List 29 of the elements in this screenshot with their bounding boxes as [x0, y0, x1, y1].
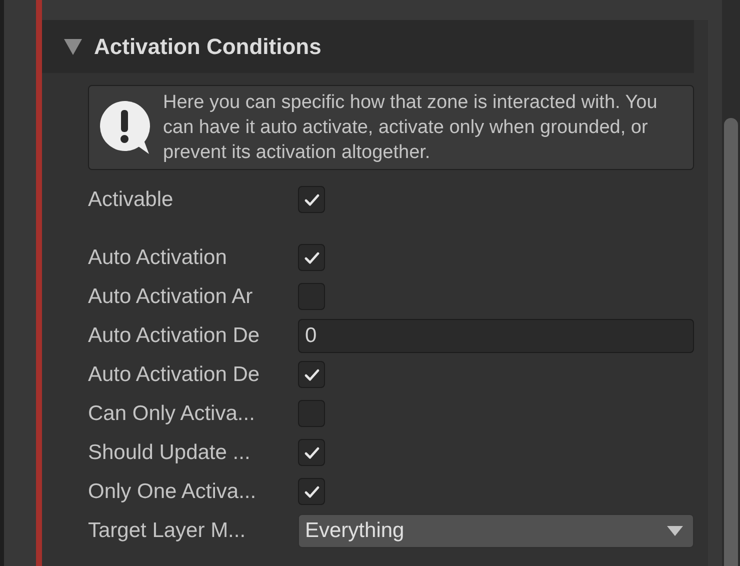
checkmark-icon — [304, 192, 320, 206]
checkmark-icon — [304, 250, 320, 264]
field-label: Auto Activation De — [88, 322, 261, 349]
help-text: Here you can specific how that zone is interacted with. You can have it auto activate, activate only when grounded, or prevent its activation altogether. — [163, 91, 658, 165]
field-label: Target Layer M... — [88, 518, 247, 544]
number-field[interactable]: 0 — [298, 318, 694, 352]
checkmark-icon — [304, 446, 320, 460]
field-label: Should Update ... — [88, 440, 252, 466]
scrollbar[interactable] — [722, 0, 740, 566]
field-label: Only One Activa... — [88, 478, 258, 505]
checkbox[interactable] — [298, 186, 325, 213]
checkbox[interactable] — [298, 244, 325, 271]
field-label: Auto Activation De — [88, 362, 261, 388]
checkmark-icon — [304, 484, 320, 498]
layer-dropdown[interactable]: Everything — [298, 514, 694, 548]
section-header[interactable]: Activation Conditions — [42, 20, 694, 73]
checkbox[interactable] — [298, 478, 325, 505]
field-label: Can Only Activa... — [88, 400, 256, 427]
checkmark-icon — [304, 368, 320, 382]
dropdown-arrow-icon — [667, 526, 683, 536]
warning-speech-bubble-icon — [99, 100, 153, 156]
expanded-triangle-icon — [64, 38, 82, 54]
checkbox[interactable] — [298, 283, 325, 310]
field-label: Auto Activation Ar — [88, 284, 254, 310]
checkbox[interactable] — [298, 361, 325, 388]
checkbox[interactable] — [298, 400, 325, 427]
field-label: Auto Activation — [88, 244, 228, 271]
field-label: Activable — [88, 186, 174, 213]
checkbox[interactable] — [298, 439, 325, 466]
